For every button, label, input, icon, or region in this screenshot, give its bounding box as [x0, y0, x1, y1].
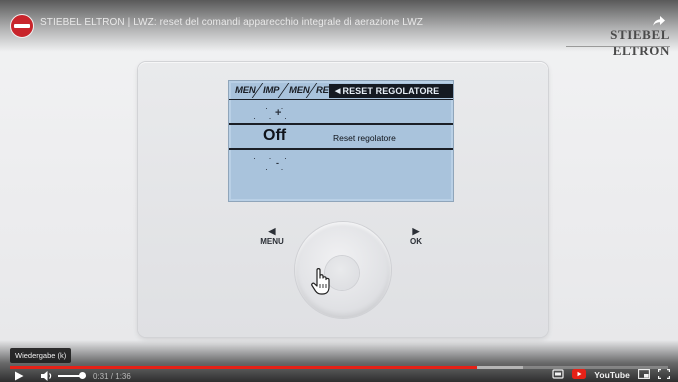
lcd-breadcrumb: MEN IMP MEN RE ◀ RESET REGOLATORE — [229, 83, 453, 98]
video-frame[interactable]: STIEBEL ELTRON | LWZ: reset del comandi … — [0, 0, 678, 382]
breadcrumb-item: IMP — [263, 85, 280, 96]
scroll-dots-top-row: · · · — [253, 113, 292, 123]
share-icon-glyph — [653, 16, 665, 26]
back-triangle-icon: ◀ — [335, 88, 341, 95]
breadcrumb-item: MEN — [235, 85, 256, 96]
volume-button[interactable] — [40, 370, 54, 382]
youtube-logo-mark — [572, 368, 587, 379]
control-panel-device: MEN IMP MEN RE ◀ RESET REGOLATORE · · + … — [138, 62, 548, 337]
channel-logo-mark — [14, 24, 30, 28]
time-display: 0:31 / 1:36 — [93, 372, 131, 381]
brand-logo-text: STIEBEL ELTRON — [610, 27, 670, 58]
breadcrumb-item: MEN — [289, 85, 310, 96]
menu-button[interactable]: ◀ MENU — [258, 226, 286, 247]
setting-label: Reset regolatore — [333, 133, 396, 143]
right-arrow-icon: ▶ — [412, 226, 420, 236]
lcd-display: MEN IMP MEN RE ◀ RESET REGOLATORE · · + … — [228, 80, 454, 202]
fullscreen-icon-glyph — [658, 368, 670, 379]
fullscreen-icon[interactable] — [658, 368, 670, 382]
miniplayer-icon[interactable] — [638, 368, 650, 382]
selection-line-top — [229, 123, 453, 125]
settings-icon-glyph — [552, 368, 564, 379]
youtube-logo-icon[interactable] — [572, 368, 587, 382]
video-title[interactable]: STIEBEL ELTRON | LWZ: reset del comandi … — [40, 17, 423, 28]
selection-line-bottom — [229, 148, 453, 150]
hand-cursor-icon — [310, 266, 334, 296]
volume-slider-handle[interactable] — [79, 372, 86, 379]
youtube-logo[interactable]: YouTube — [594, 370, 630, 380]
brand-logo: STIEBEL ELTRON — [560, 27, 670, 58]
brand-logo-rule — [566, 46, 670, 47]
setting-value: Off — [263, 127, 287, 144]
play-tooltip: Wiedergabe (k) — [10, 348, 72, 363]
volume-icon — [41, 371, 52, 381]
breadcrumb-item: RE — [316, 85, 329, 96]
play-icon — [15, 371, 24, 381]
hand-cursor-glyph — [311, 268, 330, 295]
settings-icon[interactable] — [552, 368, 564, 382]
breadcrumb-active: ◀ RESET REGOLATORE — [329, 84, 453, 98]
left-arrow-icon: ◀ — [268, 226, 276, 236]
breadcrumb-active-label: RESET REGOLATORE — [342, 86, 440, 96]
menu-label: MENU — [260, 237, 284, 246]
play-button[interactable] — [14, 371, 24, 381]
volume-slider[interactable] — [58, 372, 86, 379]
channel-avatar[interactable] — [10, 14, 34, 38]
ok-button[interactable]: ▶ OK — [405, 226, 427, 247]
breadcrumb-separator — [277, 83, 290, 98]
share-icon[interactable] — [652, 14, 666, 28]
right-controls: YouTube — [552, 368, 670, 382]
scroll-dots-bottom-row: · · · — [253, 153, 292, 163]
breadcrumb-underline — [229, 99, 453, 100]
progress-played — [10, 366, 477, 369]
ok-label: OK — [410, 237, 422, 246]
miniplayer-icon-glyph — [638, 368, 650, 379]
scroll-dots-bottom: · · — [265, 164, 289, 174]
